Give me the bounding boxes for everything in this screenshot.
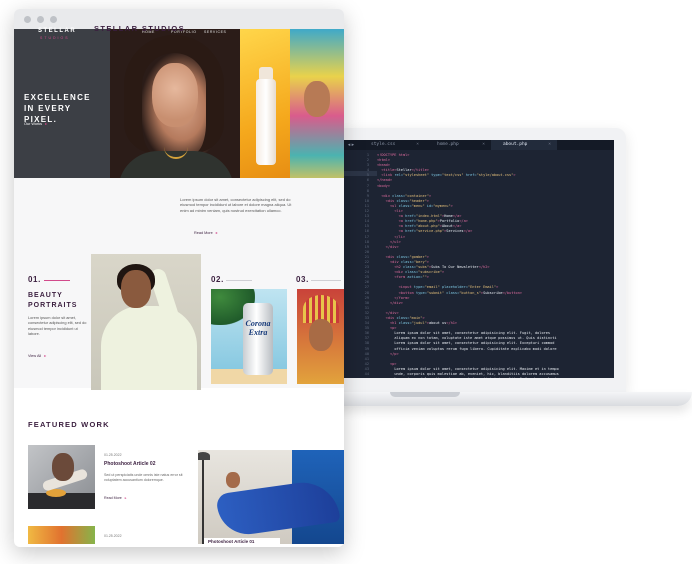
model-body [101,306,197,390]
portrait-face [152,63,198,127]
arrow-right-icon: ▸ [215,231,218,235]
light-stand [202,456,204,544]
article-date-2: 01.25.2022 [104,534,122,538]
colorful-portrait-face [304,81,330,117]
bottle [256,79,276,165]
close-icon[interactable]: × [482,140,485,150]
light-umbrella [198,452,210,460]
service-number-2: 02. [211,275,224,284]
dancer-face [309,319,333,351]
window-maximize-dot-icon[interactable] [50,15,57,23]
article-caption[interactable]: Photoshoot Article 01 [204,538,280,546]
intro-read-more-link[interactable]: Read More ▸ [194,230,218,235]
article-excerpt: Sed ut perspiciatis unde omnis iste natu… [104,473,183,482]
tab-label: style.css [371,142,396,147]
code-editor: ◂ ▸ style.css × home.php × about.php × 1… [343,140,614,378]
service-number-3: 03. [296,275,309,284]
article-date: 01.25.2022 [104,453,122,457]
tab-scroll-arrows-icon[interactable]: ◂ ▸ [343,142,359,148]
featured-work-title: FEATURED WORK [28,420,110,429]
service-divider-3 [311,280,341,281]
nav-services-link[interactable]: SERVICES [204,30,226,34]
person [52,453,74,481]
article-title[interactable]: Photoshoot Article 02 [104,461,156,467]
article-image-cooking[interactable] [28,445,95,509]
service-divider-2 [226,280,252,281]
model-head [121,270,151,308]
beauty-portrait-image[interactable] [91,254,201,390]
arrow-right-icon: ▸ [45,122,47,126]
window-close-dot-icon[interactable] [24,15,31,23]
can-body [243,303,273,375]
our-works-label: Our Works [24,122,43,126]
read-more-label: Read More [104,496,122,500]
service-text-1: Lorem ipsum dolor sit amet, consectetur … [28,315,87,337]
tab-label: home.php [437,142,459,147]
view-all-link[interactable]: View All ▸ [28,353,46,358]
dancer-head [226,472,240,488]
article-read-more-link[interactable]: Read More ▸ [104,496,127,500]
view-all-label: View All [28,354,42,358]
line-number: 44 [364,372,369,377]
laptop-base [318,392,692,406]
article-image-food[interactable] [28,526,95,544]
editor-tab-bar: ◂ ▸ style.css × home.php × about.php × [343,140,614,150]
can-brand-label: Corona Extra [245,319,271,337]
intro-title: STELLAR STUDIOS [94,24,186,33]
site-logo-sub: STUDIOS [40,36,70,40]
tab-home-php[interactable]: home.php × [425,140,491,150]
window-minimize-dot-icon[interactable] [37,15,44,23]
read-more-label: Read More [194,231,213,235]
tab-style-css[interactable]: style.css × [359,140,425,150]
code-lines[interactable]: <!DOCTYPE html> <html> <head> <title>Ste… [377,150,613,378]
service-divider-1 [44,280,70,281]
cultural-portrait-image[interactable] [297,289,344,384]
arrow-right-icon: ▸ [44,354,47,358]
product-can-image[interactable]: Corona Extra [211,289,287,384]
close-icon[interactable]: × [416,140,419,150]
line-number-gutter: 1 2 3 4 5 6 7 8 9 10 11 12 13 14 15 16 17 18 19 20 21 22 23 24 2… [343,150,373,378]
service-title-1: BEAUTY PORTRAITS [28,292,78,309]
tab-label: about.php [503,142,528,147]
article-image-studio[interactable] [198,450,344,544]
laptop-notch [390,392,460,397]
service-number-1: 01. [28,275,41,284]
intro-text: Lorem ipsum dolor sit amet, consectetur … [180,197,292,213]
our-works-link[interactable]: Our Works ▸ [24,121,47,126]
close-icon[interactable]: × [548,140,551,150]
site-logo[interactable]: STELLAR [38,28,76,34]
tab-about-php[interactable]: about.php × [491,140,557,150]
arrow-right-icon: ▸ [124,496,127,500]
